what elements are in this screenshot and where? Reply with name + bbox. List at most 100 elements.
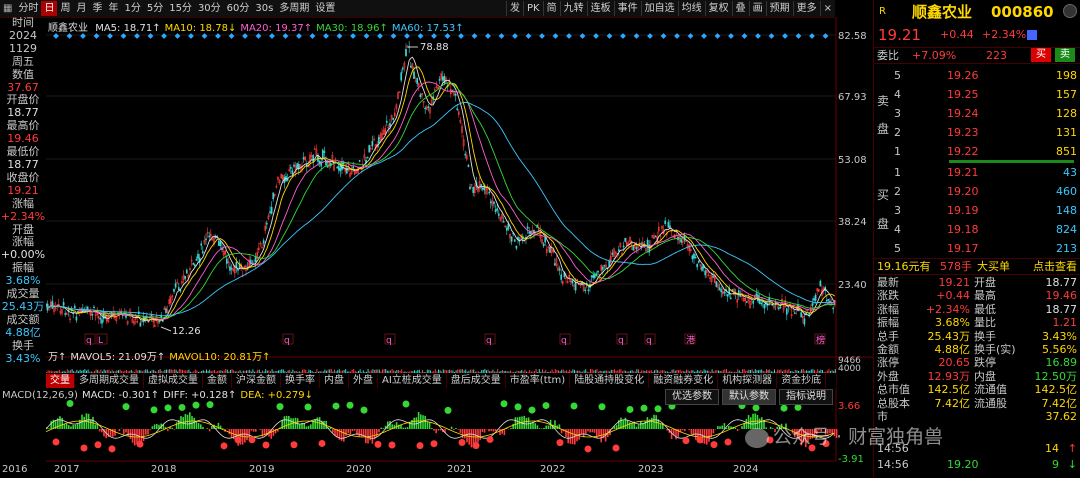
period-tab-9[interactable]: 30分	[195, 1, 224, 16]
period-tab-3[interactable]: 月	[73, 1, 89, 16]
asks-row-5[interactable]: 5 19.26 198	[874, 68, 1080, 83]
indicator-tab-2[interactable]: 虚拟成交量	[144, 374, 203, 388]
stat-label: 最新	[877, 276, 899, 289]
bids-volume: 148	[1056, 204, 1077, 217]
asks-price: 19.22	[947, 145, 979, 158]
toolbar-btn-2[interactable]: 简	[542, 1, 560, 16]
macd-buttons: 优选参数 默认参数 指标说明	[665, 389, 833, 405]
bids-volume: 213	[1056, 242, 1077, 255]
stat-label: 总股本	[877, 396, 910, 410]
low-annotation: 12.26	[172, 326, 201, 337]
macd-btn-1[interactable]: 默认参数	[722, 389, 776, 405]
asks-volume: 157	[1056, 88, 1077, 101]
sell-button[interactable]: 卖	[1055, 48, 1075, 62]
period-tab-4[interactable]: 季	[89, 1, 105, 16]
indicator-tab-3[interactable]: 金额	[203, 374, 232, 388]
indicator-tab-10[interactable]: 市盈率(ttm)	[506, 374, 571, 388]
info-row-5: 37.67	[7, 81, 39, 94]
bids-row-3[interactable]: 3 19.19 148	[874, 203, 1080, 218]
asks-row-3[interactable]: 3 19.24 128	[874, 106, 1080, 121]
bids-price: 19.17	[947, 242, 979, 255]
indicator-tab-7[interactable]: 外盘	[349, 374, 378, 388]
indicator-tab-11[interactable]: 陆股通持股变化	[570, 374, 650, 388]
asks-row-2[interactable]: 2 19.23 131	[874, 125, 1080, 140]
toolbar-btn-7[interactable]: 均线	[677, 1, 705, 16]
period-tab-7[interactable]: 5分	[144, 1, 166, 16]
asks-price: 19.25	[947, 88, 979, 101]
asks-price: 19.26	[947, 69, 979, 82]
info-row-12: 收盘价	[6, 171, 40, 184]
period-tab-1[interactable]: 日	[41, 1, 58, 16]
toolbar-btn-9[interactable]: 叠	[731, 1, 749, 16]
event-marker: q	[561, 336, 567, 346]
period-tab-8[interactable]: 15分	[166, 1, 195, 16]
toolbar-btn-3[interactable]: 九转	[559, 1, 587, 16]
indicator-tab-6[interactable]: 内盘	[320, 374, 349, 388]
asks-level: 1	[894, 145, 901, 158]
price-axis-label: 53.08	[838, 155, 867, 166]
period-tab-13[interactable]: 设置	[312, 1, 338, 16]
indicator-tab-0[interactable]: 交量	[46, 374, 75, 388]
stat-value: 20.65	[938, 356, 971, 370]
period-tab-6[interactable]: 1分	[121, 1, 143, 16]
big-order-link[interactable]: 点击查看	[1033, 259, 1077, 274]
toolbar-btn-10[interactable]: 画	[748, 1, 766, 16]
bids-row-1[interactable]: 1 19.21 43	[874, 165, 1080, 180]
macd-btn-2[interactable]: 指标说明	[779, 389, 833, 405]
asks-row-1[interactable]: 1 19.22 851	[874, 144, 1080, 159]
period-tab-10[interactable]: 60分	[224, 1, 253, 16]
toolbar-btn-1[interactable]: PK	[523, 1, 543, 16]
bids-row-4[interactable]: 4 19.18 824	[874, 222, 1080, 237]
stat-label-2: 换手(实)	[974, 343, 1016, 356]
bids-row-2[interactable]: 2 19.20 460	[874, 184, 1080, 199]
period-tab-5[interactable]: 年	[105, 1, 121, 16]
info-row-19: 振幅	[12, 262, 34, 275]
buy-button[interactable]: 买	[1031, 48, 1051, 62]
candlesticks	[46, 40, 836, 329]
toolbar-btn-11[interactable]: 预期	[765, 1, 793, 16]
indicator-tab-5[interactable]: 换手率	[281, 374, 320, 388]
toolbar-btn-8[interactable]: 复权	[704, 1, 732, 16]
toolbar-btn-0[interactable]: 发	[506, 1, 523, 16]
bids-volume: 824	[1056, 223, 1077, 236]
bids-row-5[interactable]: 5 19.17 213	[874, 241, 1080, 256]
period-tab-2[interactable]: 周	[57, 1, 73, 16]
watermark-text: 公众号 · 财富独角兽	[773, 426, 944, 448]
indicator-tab-12[interactable]: 融资融券变化	[649, 374, 719, 388]
vol-legend-2: MAVOL10: 20.81万↑	[169, 352, 271, 363]
spread-bar	[949, 160, 1074, 163]
toolbar-btn-6[interactable]: 加自选	[640, 1, 678, 16]
stat-value-2: 7.42亿	[1041, 396, 1078, 410]
info-row-11: 18.77	[7, 158, 39, 171]
close-icon[interactable]: ×	[819, 1, 835, 16]
indicator-tab-1[interactable]: 多周期成交量	[75, 374, 144, 388]
macd-btn-0[interactable]: 优选参数	[665, 389, 719, 405]
indicator-tab-13[interactable]: 机构探测器	[718, 374, 778, 388]
indicator-tab-9[interactable]: 盘后成交量	[447, 374, 506, 388]
indicator-tab-8[interactable]: AI立桩成交量	[378, 374, 447, 388]
indicator-tab-14[interactable]: 资金抄底	[777, 374, 827, 388]
year-label-7: 2023	[638, 464, 664, 475]
bids-price: 19.19	[947, 204, 979, 217]
toolbar-btn-12[interactable]: 更多	[792, 1, 820, 16]
stock-header: R 顺鑫农业 000860	[874, 2, 1080, 22]
toolbar-btn-5[interactable]: 事件	[613, 1, 641, 16]
toolbar-btn-4[interactable]: 连板	[586, 1, 614, 16]
kline-chart[interactable]: 82.5867.9353.0838.2423.4078.8812.26q Lq q q…	[46, 17, 873, 478]
period-tab-11[interactable]: 30s	[252, 1, 276, 16]
tick-arrow-icon: ↑	[1067, 442, 1077, 455]
asks-row-4[interactable]: 4 19.25 157	[874, 87, 1080, 102]
price-axis-label: 67.93	[838, 92, 867, 103]
bids-volume: 460	[1056, 185, 1077, 198]
big-order-row[interactable]: 19.16元有 578手 大买单 点击查看	[874, 258, 1080, 275]
high-annotation: 78.88	[420, 42, 449, 53]
period-tab-12[interactable]: 多周期	[276, 1, 312, 16]
ma-item-1: MA10: 18.78↓	[164, 23, 237, 34]
chart-icon[interactable]	[1027, 30, 1037, 40]
grid-icon[interactable]: ▦	[0, 1, 15, 16]
macd-legend: MACD(12,26,9) MACD: -0.301↑ DIFF: +0.128↑ D…	[2, 390, 317, 401]
indicator-tab-4[interactable]: 沪深金额	[232, 374, 281, 388]
header-icon-circle[interactable]	[1063, 4, 1077, 18]
info-row-22: 25.43万	[1, 300, 45, 313]
period-tab-0[interactable]: 分时	[15, 1, 41, 16]
